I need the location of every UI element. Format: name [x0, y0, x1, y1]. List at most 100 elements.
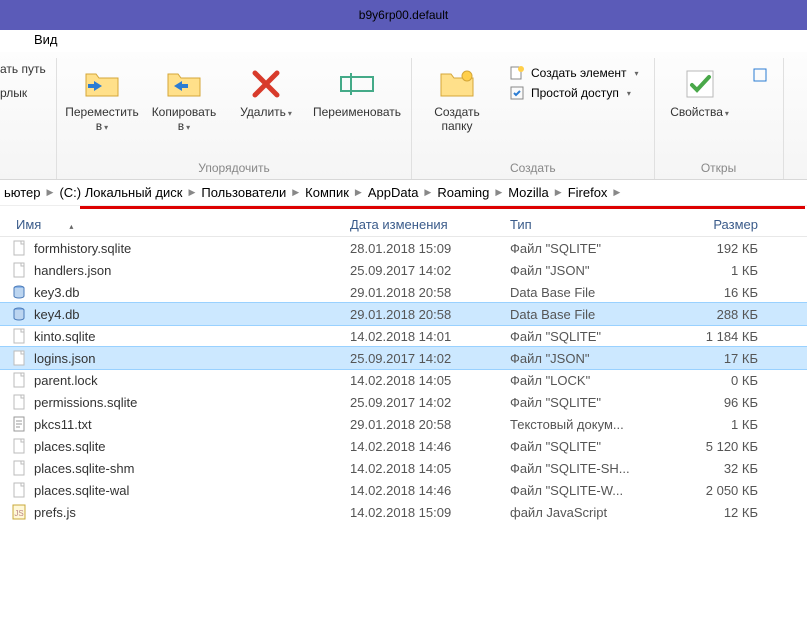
- chevron-right-icon: ▶: [424, 187, 431, 198]
- file-name: permissions.sqlite: [34, 395, 137, 410]
- window-title: b9y6rp00.default: [359, 8, 448, 22]
- file-size: 1 КБ: [670, 417, 768, 432]
- file-row[interactable]: handlers.json25.09.2017 14:02Файл "JSON"…: [0, 259, 807, 281]
- rename-icon: [337, 64, 377, 104]
- breadcrumb[interactable]: ьютер ▶ (C:) Локальный диск ▶ Пользователи ▶ К…: [0, 180, 807, 206]
- file-icon: [10, 460, 28, 476]
- new-folder-button[interactable]: Создать папку: [418, 62, 496, 136]
- folder-copy-icon: [164, 64, 204, 104]
- organize-group-label: Упорядочить: [57, 159, 411, 175]
- file-icon: [10, 394, 28, 410]
- chevron-right-icon: ▶: [292, 187, 299, 198]
- breadcrumb-item[interactable]: (C:) Локальный диск: [59, 185, 182, 200]
- file-name: places.sqlite: [34, 439, 106, 454]
- file-row[interactable]: places.sqlite-shm14.02.2018 14:05Файл "S…: [0, 457, 807, 479]
- file-row[interactable]: formhistory.sqlite 28.01.2018 15:09Файл "…: [0, 237, 807, 259]
- file-name: places.sqlite-wal: [34, 483, 129, 498]
- tab-view[interactable]: Вид: [0, 30, 807, 52]
- file-size: 16 КБ: [670, 285, 768, 300]
- file-row[interactable]: pkcs11.txt29.01.2018 20:58Текстовый доку…: [0, 413, 807, 435]
- breadcrumb-item[interactable]: ьютер: [4, 185, 41, 200]
- file-row[interactable]: key4.db29.01.2018 20:58Data Base File288…: [0, 303, 807, 325]
- file-name: places.sqlite-shm: [34, 461, 134, 476]
- file-type: файл JavaScript: [510, 505, 670, 520]
- breadcrumb-item[interactable]: Firefox: [568, 185, 608, 200]
- file-name: kinto.sqlite: [34, 329, 95, 344]
- breadcrumb-item[interactable]: Пользователи: [201, 185, 286, 200]
- file-date: 14.02.2018 15:09: [350, 505, 510, 520]
- file-type: Data Base File: [510, 285, 670, 300]
- file-name: key4.db: [34, 307, 80, 322]
- copy-path-fragment[interactable]: ать путь: [0, 62, 48, 76]
- easy-access-icon: [509, 85, 525, 101]
- shortcut-fragment[interactable]: рлык: [0, 86, 48, 100]
- file-row[interactable]: parent.lock14.02.2018 14:05Файл "LOCK"0 …: [0, 369, 807, 391]
- file-size: 17 КБ: [670, 351, 768, 366]
- column-header-name[interactable]: Имя▴: [10, 217, 350, 232]
- ribbon: ать путь рлык Переместить в Копировать в: [0, 52, 807, 180]
- open-icon: [752, 67, 768, 83]
- chevron-right-icon: ▶: [495, 187, 502, 198]
- file-type: Текстовый докум...: [510, 417, 670, 432]
- file-type: Файл "SQLITE": [510, 241, 670, 256]
- file-type: Файл "SQLITE-W...: [510, 483, 670, 498]
- file-name: parent.lock: [34, 373, 98, 388]
- rename-button[interactable]: Переименовать: [309, 62, 405, 122]
- file-icon: [10, 284, 28, 300]
- column-header-type[interactable]: Тип: [510, 217, 670, 232]
- column-header-size[interactable]: Размер: [670, 217, 768, 232]
- file-icon: JS: [10, 504, 28, 520]
- file-row[interactable]: places.sqlite14.02.2018 14:46Файл "SQLIT…: [0, 435, 807, 457]
- chevron-right-icon: ▶: [613, 187, 620, 198]
- file-type: Файл "SQLITE": [510, 439, 670, 454]
- file-name: prefs.js: [34, 505, 76, 520]
- file-size: 96 КБ: [670, 395, 768, 410]
- move-to-button[interactable]: Переместить в: [63, 62, 141, 136]
- file-date: 29.01.2018 20:58: [350, 285, 510, 300]
- file-row[interactable]: places.sqlite-wal14.02.2018 14:46Файл "S…: [0, 479, 807, 501]
- breadcrumb-item[interactable]: Roaming: [437, 185, 489, 200]
- file-size: 12 КБ: [670, 505, 768, 520]
- file-date: 25.09.2017 14:02: [350, 351, 510, 366]
- breadcrumb-item[interactable]: Mozilla: [508, 185, 548, 200]
- folder-move-icon: [82, 64, 122, 104]
- column-header-date[interactable]: Дата изменения: [350, 217, 510, 232]
- titlebar[interactable]: b9y6rp00.default: [0, 0, 807, 30]
- new-item-button[interactable]: Создать элемент: [508, 64, 640, 82]
- file-row[interactable]: key3.db29.01.2018 20:58Data Base File16 …: [0, 281, 807, 303]
- copy-to-button[interactable]: Копировать в: [145, 62, 223, 136]
- file-icon: [10, 416, 28, 432]
- chevron-right-icon: ▶: [47, 187, 54, 198]
- svg-text:JS: JS: [14, 509, 23, 518]
- chevron-right-icon: ▶: [555, 187, 562, 198]
- file-row[interactable]: logins.json 25.09.2017 14:02Файл "JSON"17…: [0, 347, 807, 369]
- file-size: 288 КБ: [670, 307, 768, 322]
- file-icon: [10, 482, 28, 498]
- delete-button[interactable]: Удалить: [227, 62, 305, 122]
- file-icon: [10, 328, 28, 344]
- file-icon: [10, 438, 28, 454]
- file-date: 14.02.2018 14:01: [350, 329, 510, 344]
- open-fragment[interactable]: [751, 66, 769, 84]
- file-type: Файл "JSON": [510, 263, 670, 278]
- file-date: 28.01.2018 15:09: [350, 241, 510, 256]
- file-type: Файл "SQLITE": [510, 329, 670, 344]
- file-size: 2 050 КБ: [670, 483, 768, 498]
- file-row[interactable]: kinto.sqlite 14.02.2018 14:01Файл "SQLITE…: [0, 325, 807, 347]
- file-type: Файл "JSON": [510, 351, 670, 366]
- file-name: pkcs11.txt: [34, 417, 92, 432]
- breadcrumb-item[interactable]: AppData: [368, 185, 419, 200]
- file-row[interactable]: permissions.sqlite 25.09.2017 14:02Файл "…: [0, 391, 807, 413]
- file-name: formhistory.sqlite: [34, 241, 131, 256]
- file-icon: [10, 240, 28, 256]
- properties-check-icon: [680, 64, 720, 104]
- properties-button[interactable]: Свойства: [661, 62, 739, 122]
- file-size: 192 КБ: [670, 241, 768, 256]
- file-name: logins.json: [34, 351, 95, 366]
- file-size: 32 КБ: [670, 461, 768, 476]
- file-type: Файл "SQLITE": [510, 395, 670, 410]
- breadcrumb-item[interactable]: Компик: [305, 185, 349, 200]
- file-row[interactable]: JS prefs.js 14.02.2018 15:09файл JavaScrip…: [0, 501, 807, 523]
- file-date: 25.09.2017 14:02: [350, 395, 510, 410]
- easy-access-button[interactable]: Простой доступ: [508, 84, 640, 102]
